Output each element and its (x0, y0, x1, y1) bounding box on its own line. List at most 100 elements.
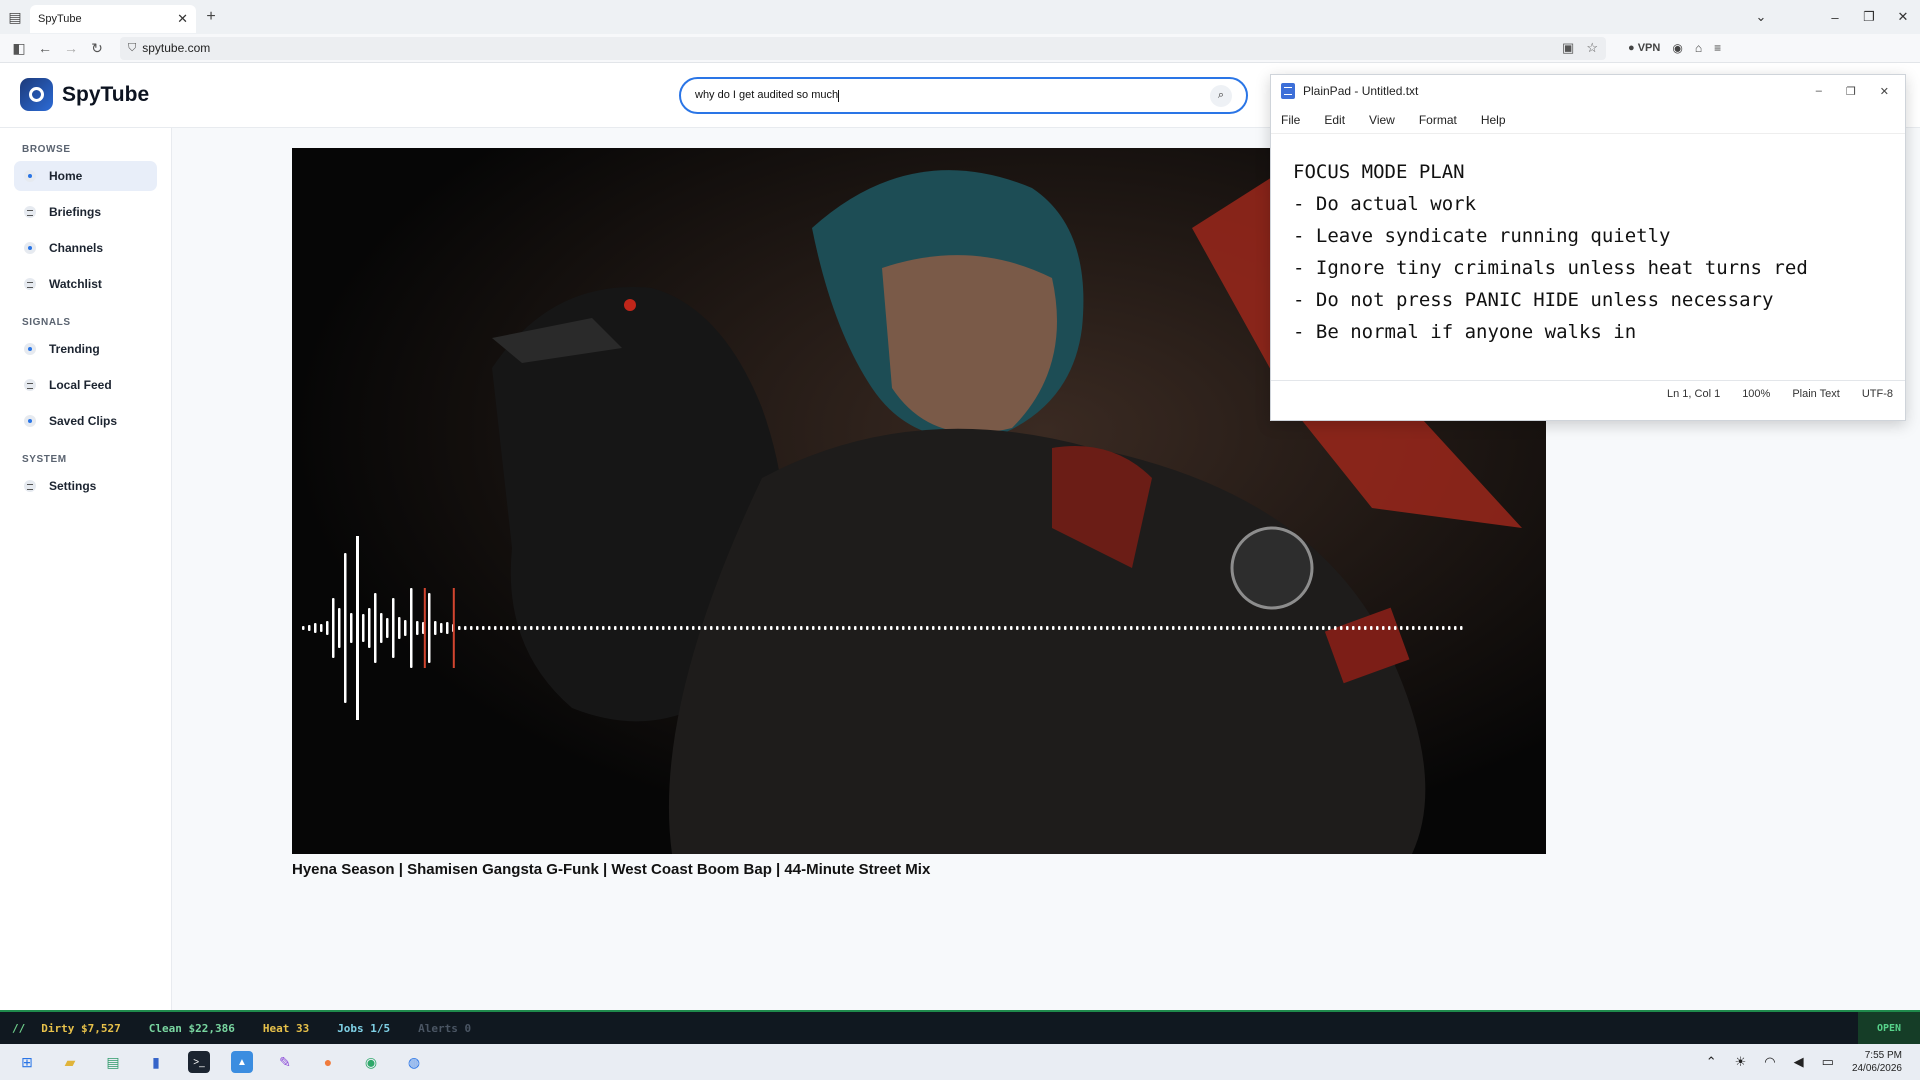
sidebar-item-saved-clips[interactable]: Saved Clips (14, 406, 157, 436)
menu-icon[interactable]: ≡ (1714, 41, 1721, 55)
address-bar[interactable]: ⛉ spytube.com ▣ ☆ (120, 36, 1606, 60)
waveform-bar (836, 626, 839, 630)
vpn-button[interactable]: ● VPN (1628, 42, 1660, 54)
waveform-bar (926, 626, 929, 630)
waveform-bar (770, 626, 773, 630)
waveform-bar (1154, 626, 1157, 630)
volume-icon[interactable]: ◀ (1794, 1054, 1804, 1070)
chevron-down-icon[interactable]: ⌄ (1744, 9, 1778, 25)
tab-list-icon[interactable]: ▤ (0, 0, 30, 34)
minimize-icon[interactable]: – (1816, 85, 1822, 98)
waveform-bar (398, 617, 401, 639)
waveform-marker (452, 588, 455, 668)
menu-file[interactable]: File (1281, 113, 1300, 127)
restore-icon[interactable]: ❐ (1852, 9, 1886, 25)
waveform-bar (1454, 626, 1457, 630)
browser-tab[interactable]: SpyTube ✕ (30, 5, 196, 33)
chart-app-icon[interactable]: ▮ (145, 1051, 167, 1073)
forward-icon[interactable]: → (58, 40, 84, 56)
waveform-bar (626, 626, 629, 630)
waveform-bar (794, 626, 797, 630)
reload-icon[interactable]: ↻ (84, 40, 110, 57)
sidebar-item-briefings[interactable]: Briefings (14, 197, 157, 227)
sidebar-toggle-icon[interactable]: ◧ (6, 40, 32, 57)
waveform-bar (602, 626, 605, 630)
maps-icon[interactable]: ◉ (360, 1051, 382, 1073)
waveform-bar (1076, 626, 1079, 630)
waveform-bar (560, 626, 563, 630)
pen-icon[interactable]: ✎ (274, 1051, 296, 1073)
waveform-bar (908, 626, 911, 630)
close-window-icon[interactable]: ✕ (1886, 9, 1920, 25)
chevron-up-icon[interactable]: ⌃ (1706, 1054, 1717, 1070)
notepad-titlebar[interactable]: PlainPad - Untitled.txt – ❐ ✕ (1271, 75, 1905, 107)
bookmark-star-icon[interactable]: ☆ (1586, 40, 1598, 56)
reader-icon[interactable]: ▣ (1562, 40, 1574, 56)
waveform-bar (680, 626, 683, 630)
folder-icon[interactable]: ▰ (59, 1051, 81, 1073)
waveform-bar (482, 626, 485, 630)
waveform-bar (1148, 626, 1151, 630)
photos-icon[interactable]: ▲ (231, 1051, 253, 1073)
clock[interactable]: 7:55 PM 24/06/2026 (1852, 1049, 1902, 1075)
notepad-taskbar-icon[interactable]: ▤ (102, 1051, 124, 1073)
back-icon[interactable]: ← (32, 40, 58, 56)
notepad-text-area[interactable]: FOCUS MODE PLAN - Do actual work - Leave… (1271, 133, 1905, 380)
wifi-icon[interactable]: ◠ (1764, 1054, 1775, 1070)
notepad-title: PlainPad - Untitled.txt (1303, 84, 1419, 98)
waveform-bar (1328, 626, 1331, 630)
menu-format[interactable]: Format (1419, 113, 1457, 127)
waveform-bar (704, 626, 707, 630)
menu-help[interactable]: Help (1481, 113, 1506, 127)
notepad-statusbar: Ln 1, Col 1 100% Plain Text UTF-8 (1271, 380, 1905, 406)
chat-icon[interactable]: ● (317, 1051, 339, 1073)
waveform-bar (614, 626, 617, 630)
restore-icon[interactable]: ❐ (1846, 85, 1856, 98)
menu-edit[interactable]: Edit (1324, 113, 1345, 127)
close-icon[interactable]: ✕ (1880, 85, 1889, 98)
waveform-bar (1412, 626, 1415, 630)
browser-icon[interactable]: ◍ (403, 1051, 425, 1073)
sidebar-item-channels[interactable]: Channels (14, 233, 157, 263)
waveform-bar (710, 626, 713, 630)
waveform-bar (668, 626, 671, 630)
waveform-bar (374, 593, 377, 663)
sidebar-item-local-feed[interactable]: Local Feed (14, 370, 157, 400)
waveform-bar (1214, 626, 1217, 630)
close-tab-icon[interactable]: ✕ (177, 11, 188, 27)
battery-icon[interactable]: ▭ (1822, 1054, 1834, 1070)
brightness-icon[interactable]: ☀ (1735, 1054, 1747, 1070)
waveform-bar (824, 626, 827, 630)
waveform-bar (548, 626, 551, 630)
waveform-bar (1364, 626, 1367, 630)
search-icon[interactable]: ⌕ (1210, 84, 1232, 107)
waveform-bar (1250, 626, 1253, 630)
patch-shape (1230, 526, 1314, 610)
sidebar-item-label: Local Feed (49, 378, 112, 392)
alerts-count: Alerts 0 (418, 1021, 472, 1035)
waveform-bar (554, 626, 557, 630)
start-icon[interactable]: ⊞ (16, 1051, 38, 1073)
waveform-bar (1232, 626, 1235, 630)
open-button[interactable]: OPEN (1858, 1012, 1920, 1044)
logo[interactable]: SpyTube (20, 78, 149, 111)
minimize-icon[interactable]: – (1818, 10, 1852, 25)
waveform-bar (734, 626, 737, 630)
search-input[interactable]: why do I get audited so much ⌕ (679, 77, 1248, 114)
waveform-bar (1064, 626, 1067, 630)
waveform-bar (1196, 626, 1199, 630)
waveform-bar (344, 553, 347, 703)
waveform-bar (782, 626, 785, 630)
playhead[interactable] (356, 536, 359, 720)
terminal-icon[interactable]: >_ (188, 1051, 210, 1073)
sidebar-item-home[interactable]: Home (14, 161, 157, 191)
account-icon[interactable]: ◉ (1672, 41, 1682, 55)
extensions-icon[interactable]: ⌂ (1695, 41, 1702, 55)
sidebar-item-watchlist[interactable]: Watchlist (14, 269, 157, 299)
sidebar-item-settings[interactable]: Settings (14, 471, 157, 501)
sidebar: BROWSE Home Briefings Channels Watchlist… (0, 128, 172, 1010)
menu-view[interactable]: View (1369, 113, 1395, 127)
new-tab-button[interactable]: + (196, 8, 226, 26)
waveform-bar (446, 622, 449, 634)
sidebar-item-trending[interactable]: Trending (14, 334, 157, 364)
